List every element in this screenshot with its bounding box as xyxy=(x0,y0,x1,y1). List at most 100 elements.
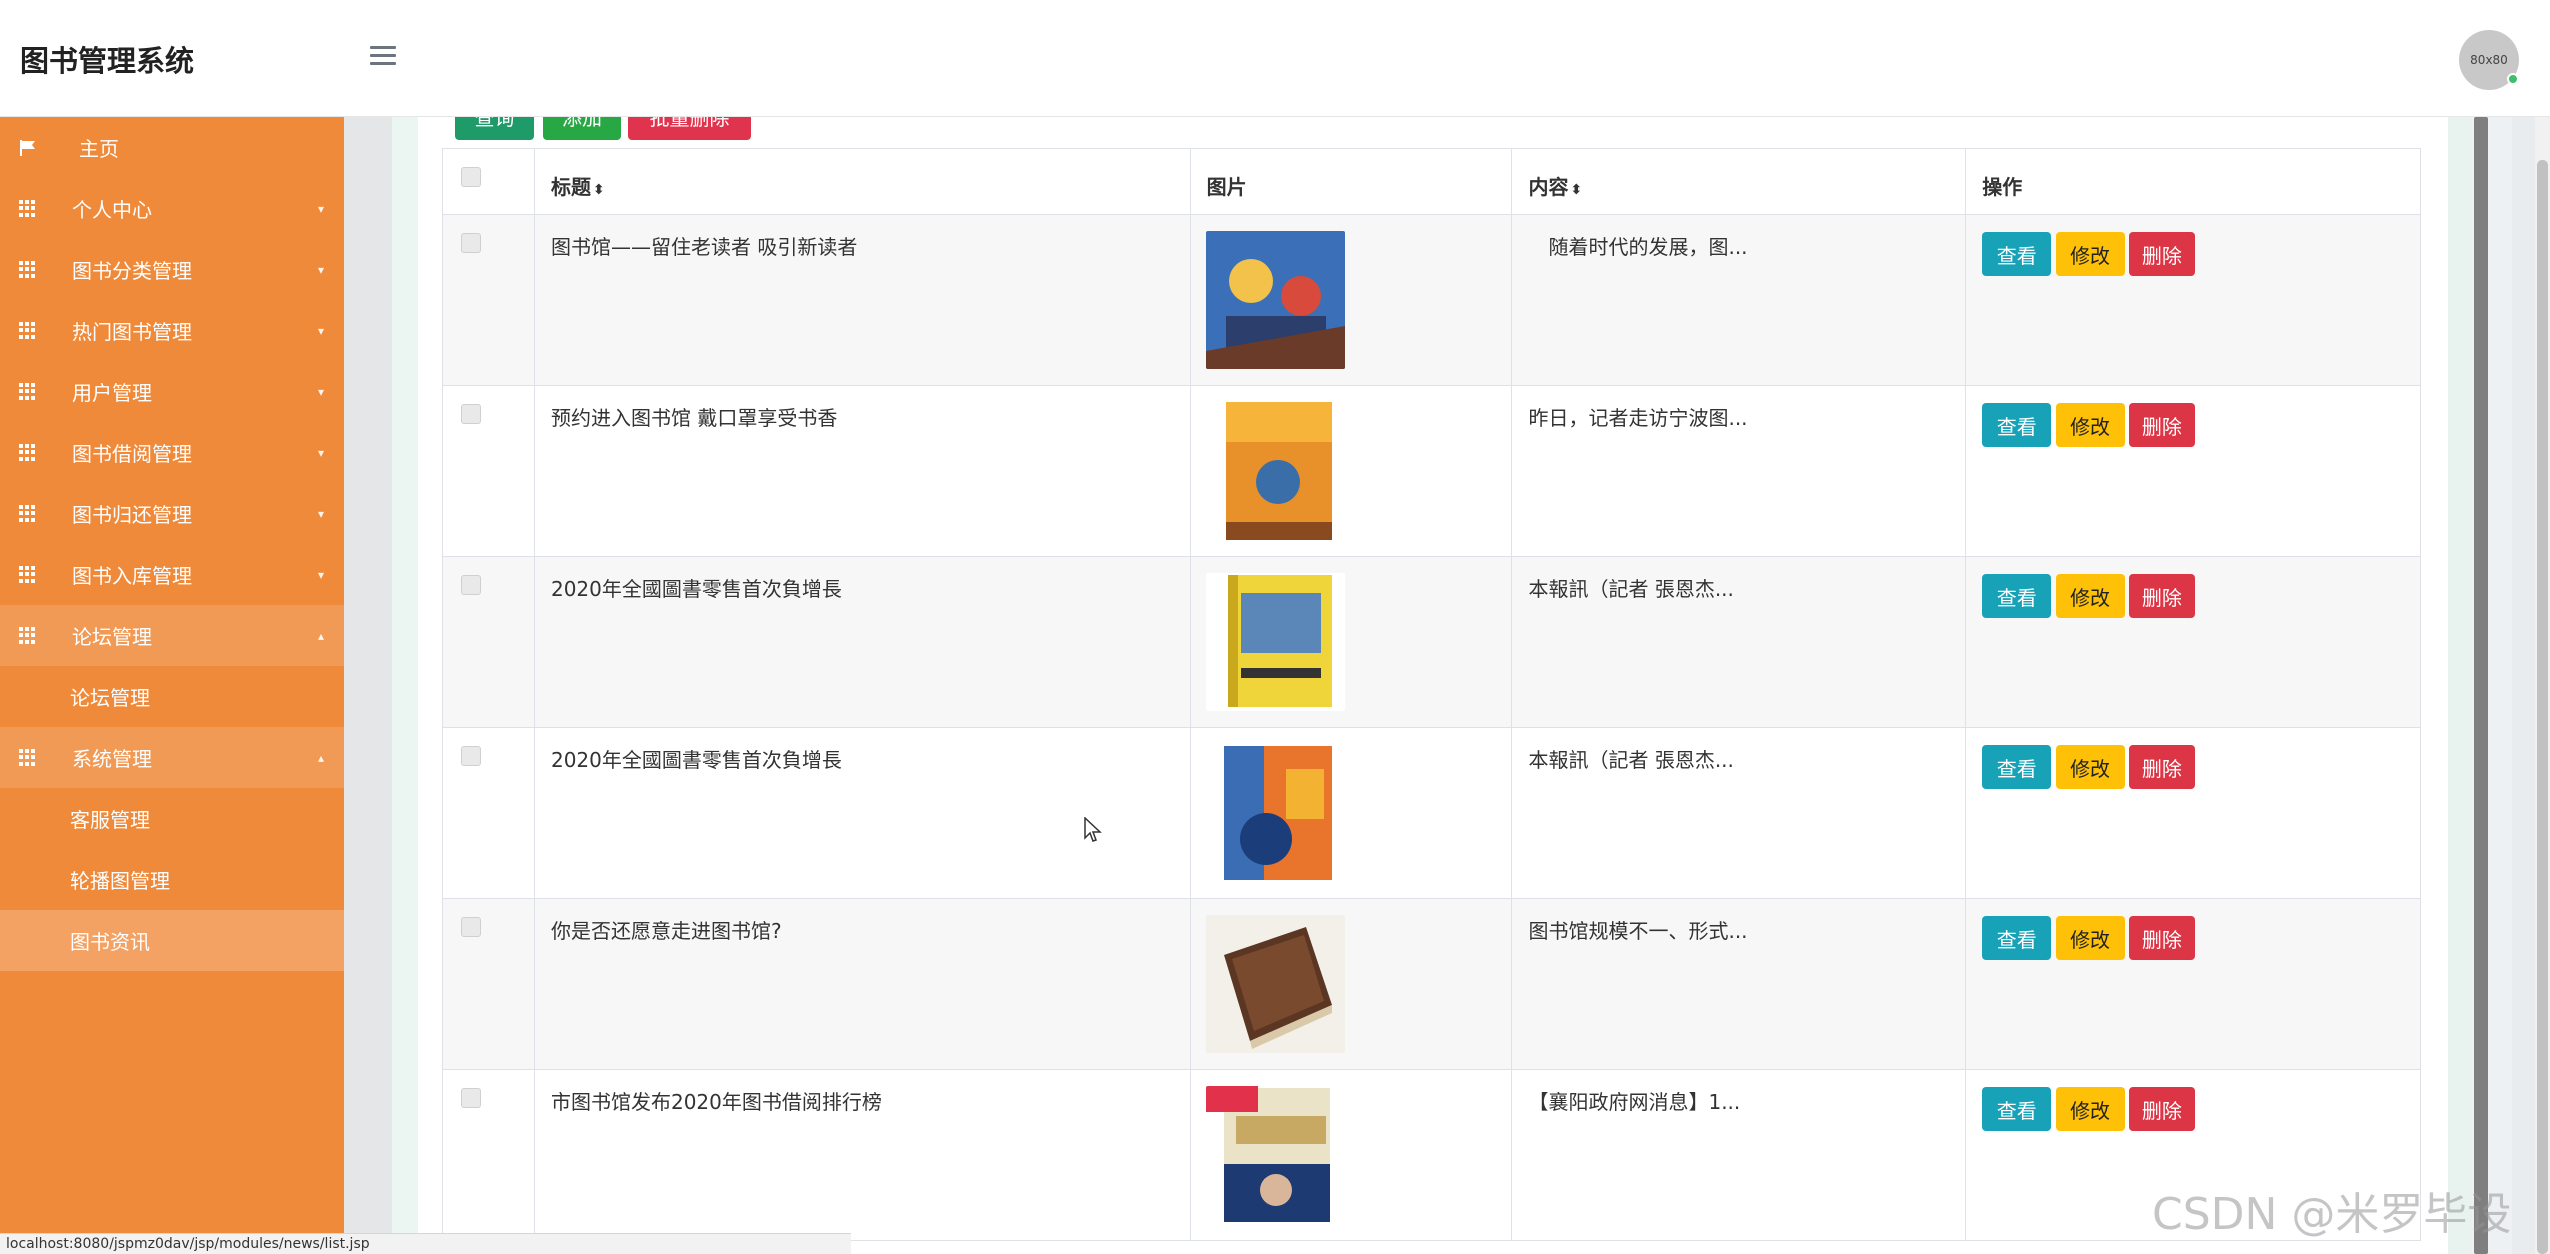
news-thumbnail-image[interactable] xyxy=(1205,231,1345,369)
edit-button[interactable]: 修改 xyxy=(2055,403,2125,447)
inner-scrollbar-thumb[interactable] xyxy=(2474,117,2488,1254)
delete-button[interactable]: 删除 xyxy=(2128,745,2195,789)
table-row: 2020年全國圖書零售首次負增長 本報訊（記者 張恩杰... 查看 修改 删除 xyxy=(442,727,2421,899)
sidebar-item-system[interactable]: 系统管理 ▴ xyxy=(0,727,344,788)
sidebar-item-label: 图书归还管理 xyxy=(72,503,192,527)
page-scrollbar-thumb[interactable] xyxy=(2537,160,2548,1254)
row-title: 2020年全國圖書零售首次負增長 xyxy=(533,727,1191,899)
app-title: 图书管理系统 xyxy=(20,44,195,78)
chevron-up-icon: ▴ xyxy=(317,628,324,643)
view-button[interactable]: 查看 xyxy=(1982,745,2052,789)
row-content: 随着时代的发展，图... xyxy=(1511,214,1967,386)
sidebar-item-forum[interactable]: 论坛管理 ▴ xyxy=(0,605,344,666)
flag-icon xyxy=(20,139,35,156)
select-all-checkbox[interactable] xyxy=(461,167,481,187)
row-title: 你是否还愿意走进图书馆? xyxy=(533,898,1191,1070)
sidebar-item-label: 图书入库管理 xyxy=(72,564,192,588)
view-button[interactable]: 查看 xyxy=(1982,916,2052,960)
delete-button[interactable]: 删除 xyxy=(2128,1087,2195,1131)
grid-icon xyxy=(19,748,37,767)
view-button[interactable]: 查看 xyxy=(1982,574,2052,618)
delete-button[interactable]: 删除 xyxy=(2128,232,2195,276)
chevron-down-icon: ▾ xyxy=(317,506,324,521)
chevron-down-icon: ▾ xyxy=(317,262,324,277)
grid-icon xyxy=(19,382,37,401)
top-header: 图书管理系统 80x80 xyxy=(0,0,2550,117)
sidebar-subitem-book-news[interactable]: 图书资讯 xyxy=(0,910,344,971)
delete-button[interactable]: 删除 xyxy=(2128,574,2195,618)
sidebar-item-label: 热门图书管理 xyxy=(72,320,192,344)
row-content: 图书馆规模不一、形式... xyxy=(1511,898,1967,1070)
edit-button[interactable]: 修改 xyxy=(2055,1087,2125,1131)
row-checkbox[interactable] xyxy=(461,575,481,595)
chevron-down-icon: ▾ xyxy=(317,323,324,338)
menu-toggle-icon[interactable] xyxy=(370,46,396,66)
sidebar: 主页 个人中心 ▾ 图书分类管理 ▾ 热门图书管理 ▾ 用户管理 ▾ 图书借阅管… xyxy=(0,117,344,1254)
sidebar-subitem-forum[interactable]: 论坛管理 xyxy=(0,666,344,727)
sort-icon[interactable]: ⬍ xyxy=(1570,182,1582,198)
sidebar-item-return[interactable]: 图书归还管理 ▾ xyxy=(0,483,344,544)
sidebar-item-hot-books[interactable]: 热门图书管理 ▾ xyxy=(0,300,344,361)
chevron-up-icon: ▴ xyxy=(317,750,324,765)
row-content: 昨日，记者走访宁波图... xyxy=(1511,385,1967,557)
sidebar-item-home[interactable]: 主页 xyxy=(0,117,344,178)
chevron-down-icon: ▾ xyxy=(317,567,324,582)
news-thumbnail-image[interactable] xyxy=(1205,573,1345,711)
grid-icon xyxy=(19,504,37,523)
sidebar-item-users[interactable]: 用户管理 ▾ xyxy=(0,361,344,422)
sidebar-item-label: 图书借阅管理 xyxy=(72,442,192,466)
row-title: 图书馆——留住老读者 吸引新读者 xyxy=(533,214,1191,386)
row-checkbox[interactable] xyxy=(461,917,481,937)
news-thumbnail-image[interactable] xyxy=(1205,402,1345,540)
table-row: 图书馆——留住老读者 吸引新读者 随着时代的发展，图... 查看 修改 删除 xyxy=(442,214,2421,386)
edit-button[interactable]: 修改 xyxy=(2055,232,2125,276)
delete-button[interactable]: 删除 xyxy=(2128,916,2195,960)
row-content: 本報訊（記者 張恩杰... xyxy=(1511,556,1967,728)
edit-button[interactable]: 修改 xyxy=(2055,745,2125,789)
sidebar-subitem-carousel[interactable]: 轮播图管理 xyxy=(0,849,344,910)
view-button[interactable]: 查看 xyxy=(1982,232,2052,276)
chevron-down-icon: ▾ xyxy=(317,445,324,460)
row-title: 2020年全國圖書零售首次負增長 xyxy=(533,556,1191,728)
grid-icon xyxy=(19,443,37,462)
chevron-down-icon: ▾ xyxy=(317,384,324,399)
column-header-content[interactable]: 内容 ⬍ xyxy=(1511,148,1967,215)
column-header-title[interactable]: 标题 ⬍ xyxy=(533,148,1191,215)
news-thumbnail-image[interactable] xyxy=(1205,915,1345,1053)
news-thumbnail-image[interactable] xyxy=(1205,1086,1345,1224)
row-checkbox[interactable] xyxy=(461,404,481,424)
row-checkbox[interactable] xyxy=(461,746,481,766)
online-status-dot xyxy=(2507,73,2519,85)
row-content: 【襄阳政府网消息】1... xyxy=(1511,1069,1967,1241)
column-header-image: 图片 xyxy=(1189,148,1513,215)
table-row: 预约进入图书馆 戴口罩享受书香 昨日，记者走访宁波图... 查看 修改 删除 xyxy=(442,385,2421,557)
content-gutter xyxy=(392,117,418,1254)
sidebar-item-label: 论坛管理 xyxy=(72,625,152,649)
edit-button[interactable]: 修改 xyxy=(2055,916,2125,960)
edit-button[interactable]: 修改 xyxy=(2055,574,2125,618)
content-gutter xyxy=(2448,117,2472,1254)
watermark: CSDN @米罗毕设 xyxy=(2152,1189,2512,1240)
browser-status-url: localhost:8080/jspmz0dav/jsp/modules/new… xyxy=(0,1233,851,1254)
news-table: 标题 ⬍ 图片 内容 ⬍ 操作 图书馆——留住老读者 吸引新读者 随着时代的发展，图… xyxy=(442,148,2421,1241)
grid-icon xyxy=(19,565,37,584)
sidebar-item-category[interactable]: 图书分类管理 ▾ xyxy=(0,239,344,300)
sort-icon[interactable]: ⬍ xyxy=(593,182,605,198)
sidebar-item-borrow[interactable]: 图书借阅管理 ▾ xyxy=(0,422,344,483)
grid-icon xyxy=(19,626,37,645)
sidebar-item-personal-center[interactable]: 个人中心 ▾ xyxy=(0,178,344,239)
row-content: 本報訊（記者 張恩杰... xyxy=(1511,727,1967,899)
delete-button[interactable]: 删除 xyxy=(2128,403,2195,447)
grid-icon xyxy=(19,260,37,279)
sidebar-subitem-customer-service[interactable]: 客服管理 xyxy=(0,788,344,849)
sidebar-item-label: 主页 xyxy=(79,137,119,161)
table-row: 市图书馆发布2020年图书借阅排行榜 【襄阳政府网消息】1... 查看 修改 删… xyxy=(442,1069,2421,1241)
row-checkbox[interactable] xyxy=(461,1088,481,1108)
row-checkbox[interactable] xyxy=(461,233,481,253)
mouse-cursor-icon xyxy=(1084,817,1102,842)
table-row: 你是否还愿意走进图书馆? 图书馆规模不一、形式... 查看 修改 删除 xyxy=(442,898,2421,1070)
sidebar-item-stock-in[interactable]: 图书入库管理 ▾ xyxy=(0,544,344,605)
news-thumbnail-image[interactable] xyxy=(1205,744,1345,882)
view-button[interactable]: 查看 xyxy=(1982,1087,2052,1131)
view-button[interactable]: 查看 xyxy=(1982,403,2052,447)
